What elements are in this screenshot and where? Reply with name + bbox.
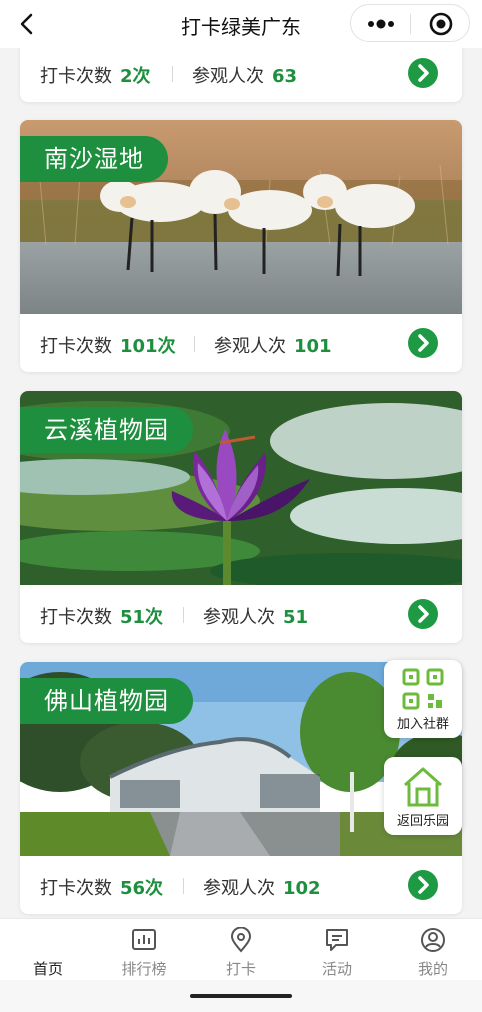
record-icon bbox=[429, 12, 453, 36]
mini-program-capsule bbox=[350, 4, 470, 42]
venue-card[interactable]: 云溪植物园 打卡次数 51次 参观人次 51 bbox=[20, 391, 462, 643]
tab-profile[interactable]: 我的 bbox=[385, 919, 481, 981]
back-to-park-button[interactable]: 返回乐园 bbox=[384, 757, 462, 835]
ranking-icon bbox=[132, 929, 156, 950]
venue-photo: 南沙湿地 bbox=[20, 120, 462, 314]
more-button[interactable] bbox=[361, 13, 401, 35]
venue-name: 云溪植物园 bbox=[20, 407, 193, 453]
checkin-count: 打卡次数 101次 bbox=[40, 336, 176, 357]
visitor-count: 参观人次 102 bbox=[203, 878, 321, 899]
back-to-park-label: 返回乐园 bbox=[396, 814, 449, 829]
visitor-count: 参观人次 51 bbox=[203, 607, 309, 628]
chevron-right-icon bbox=[418, 605, 429, 623]
tab-activity-label: 活动 bbox=[321, 960, 352, 978]
tab-ranking-label: 排行榜 bbox=[121, 960, 167, 978]
user-icon bbox=[421, 928, 445, 952]
house-icon bbox=[404, 767, 442, 807]
go-arrow-button[interactable] bbox=[408, 328, 438, 358]
system-home-area bbox=[0, 980, 482, 1012]
checkin-count: 打卡次数 51次 bbox=[40, 607, 164, 628]
tab-checkin-label: 打卡 bbox=[225, 960, 256, 978]
top-nav-bar: 打卡绿美广东 bbox=[0, 0, 482, 48]
card-stats: 打卡次数 2次 参观人次 63 bbox=[20, 44, 462, 102]
tab-checkin[interactable]: 打卡 bbox=[193, 919, 289, 981]
go-arrow-button[interactable] bbox=[408, 599, 438, 629]
go-arrow-button[interactable] bbox=[408, 870, 438, 900]
checkin-count: 打卡次数 56次 bbox=[40, 878, 164, 899]
venue-name: 佛山植物园 bbox=[20, 678, 193, 724]
card-stats: 打卡次数 51次 参观人次 51 bbox=[20, 585, 462, 643]
tab-activity[interactable]: 活动 bbox=[289, 919, 385, 981]
card-stats: 打卡次数 56次 参观人次 102 bbox=[20, 856, 462, 914]
chevron-right-icon bbox=[418, 334, 429, 352]
card-stats: 打卡次数 101次 参观人次 101 bbox=[20, 314, 462, 372]
location-pin-icon bbox=[230, 927, 252, 953]
chevron-right-icon bbox=[418, 876, 429, 894]
message-icon bbox=[326, 929, 348, 951]
venue-name: 南沙湿地 bbox=[20, 136, 168, 182]
chevron-right-icon bbox=[418, 64, 429, 82]
more-dots-icon bbox=[368, 19, 394, 29]
bottom-tab-bar: 首页 排行榜 打卡 活动 我的 bbox=[0, 918, 482, 980]
tab-profile-label: 我的 bbox=[417, 960, 448, 978]
close-mini-program-button[interactable] bbox=[428, 11, 454, 37]
checkin-count: 打卡次数 2次 bbox=[40, 66, 151, 87]
venue-photo: 云溪植物园 bbox=[20, 391, 462, 585]
visitor-count: 参观人次 101 bbox=[214, 336, 332, 357]
go-arrow-button[interactable] bbox=[408, 58, 438, 88]
join-group-label: 加入社群 bbox=[396, 717, 449, 732]
visitor-count: 参观人次 63 bbox=[192, 66, 298, 87]
tab-ranking[interactable]: 排行榜 bbox=[96, 919, 192, 981]
join-group-button[interactable]: 加入社群 bbox=[384, 660, 462, 738]
tab-home-label: 首页 bbox=[32, 960, 63, 978]
venue-card[interactable]: 南沙湿地 打卡次数 101次 参观人次 101 bbox=[20, 120, 462, 372]
qr-code-icon bbox=[402, 668, 444, 710]
home-indicator[interactable] bbox=[190, 994, 292, 998]
tab-home[interactable]: 首页 bbox=[0, 919, 96, 981]
